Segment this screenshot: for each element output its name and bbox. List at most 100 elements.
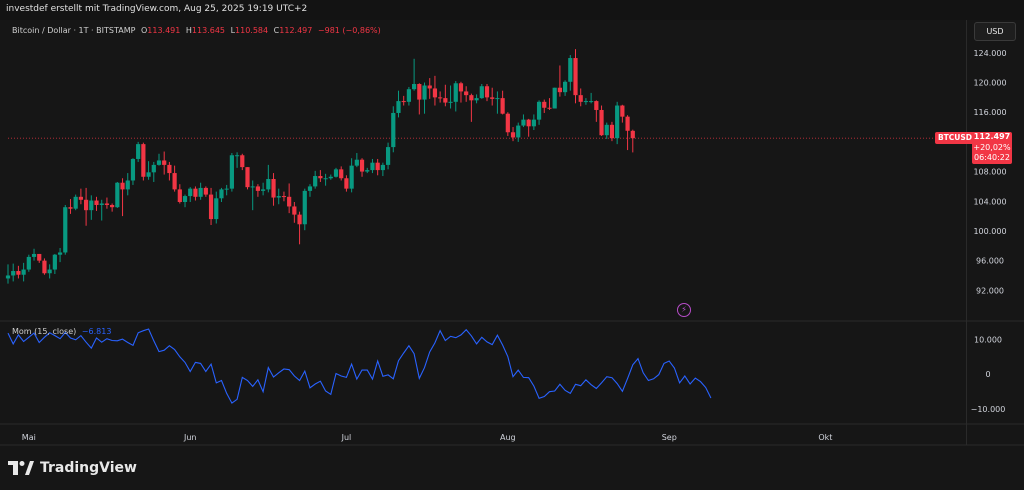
candle[interactable] (578, 88, 583, 107)
candle[interactable] (47, 264, 52, 279)
candle[interactable] (542, 99, 547, 113)
candle[interactable] (594, 100, 599, 122)
candle[interactable] (193, 186, 198, 201)
candle[interactable] (99, 199, 104, 221)
candle[interactable] (57, 248, 63, 263)
candle[interactable] (287, 183, 292, 214)
candle[interactable] (604, 122, 609, 139)
candle[interactable] (630, 129, 635, 153)
candle[interactable] (255, 184, 261, 197)
candle[interactable] (78, 188, 83, 205)
candle[interactable] (110, 203, 115, 212)
candle[interactable] (125, 173, 130, 196)
candle[interactable] (526, 118, 531, 137)
candle[interactable] (344, 175, 349, 192)
candle[interactable] (568, 55, 573, 91)
candle[interactable] (31, 248, 37, 261)
candle[interactable] (531, 114, 536, 131)
candle[interactable] (453, 81, 458, 112)
candle[interactable] (609, 121, 615, 142)
candle[interactable] (391, 106, 396, 153)
candle[interactable] (484, 84, 490, 102)
candle[interactable] (359, 158, 365, 177)
candle[interactable] (83, 187, 89, 226)
candle[interactable] (401, 95, 406, 106)
candle[interactable] (5, 264, 11, 284)
candle[interactable] (516, 122, 521, 142)
candle[interactable] (104, 197, 110, 209)
candle[interactable] (52, 253, 57, 274)
candle[interactable] (94, 196, 99, 211)
candle[interactable] (245, 167, 250, 190)
candle[interactable] (130, 158, 136, 185)
candle[interactable] (323, 173, 328, 186)
candle[interactable] (365, 167, 370, 174)
chart-svg[interactable]: 124.000120.000116.000112.000108.000104.0… (0, 0, 1024, 490)
candle[interactable] (510, 127, 516, 142)
candle[interactable] (172, 165, 177, 192)
candle[interactable] (11, 263, 16, 282)
candle[interactable] (536, 100, 542, 125)
candle[interactable] (156, 153, 162, 166)
candle[interactable] (396, 90, 401, 118)
candle[interactable] (339, 166, 344, 181)
candle[interactable] (495, 91, 500, 114)
candle[interactable] (412, 58, 417, 91)
momentum-legend[interactable]: Mom (15, close) −6.813 (12, 327, 111, 336)
candle[interactable] (505, 112, 510, 136)
tradingview-logo[interactable]: TradingView (8, 458, 137, 478)
candle[interactable] (589, 92, 594, 104)
candle[interactable] (297, 211, 302, 245)
candle[interactable] (188, 187, 193, 203)
candle[interactable] (73, 194, 78, 211)
candle[interactable] (146, 161, 151, 180)
candle[interactable] (583, 98, 589, 105)
candle[interactable] (307, 184, 313, 197)
candle[interactable] (557, 65, 562, 97)
candle[interactable] (406, 86, 412, 106)
candle[interactable] (292, 202, 297, 223)
candle[interactable] (474, 94, 479, 104)
candle[interactable] (203, 186, 208, 197)
candle[interactable] (458, 81, 464, 103)
candle[interactable] (89, 195, 94, 220)
candle[interactable] (302, 188, 307, 231)
candle[interactable] (464, 86, 469, 102)
candle[interactable] (151, 161, 156, 182)
candle[interactable] (385, 142, 391, 170)
candle[interactable] (16, 265, 21, 279)
candle[interactable] (417, 83, 422, 115)
candle[interactable] (63, 204, 68, 255)
candle[interactable] (281, 191, 287, 202)
candle[interactable] (162, 151, 167, 175)
candle[interactable] (370, 158, 375, 174)
candle[interactable] (266, 164, 271, 193)
candle[interactable] (490, 87, 495, 106)
candle[interactable] (208, 187, 214, 226)
candle[interactable] (234, 152, 240, 168)
candle[interactable] (562, 80, 568, 96)
candle[interactable] (115, 181, 120, 208)
candle[interactable] (625, 115, 630, 151)
candle[interactable] (500, 90, 505, 115)
candle[interactable] (229, 153, 234, 192)
candle[interactable] (615, 101, 620, 145)
candle[interactable] (261, 182, 266, 196)
candle[interactable] (198, 182, 203, 200)
candle[interactable] (68, 199, 73, 214)
candle[interactable] (354, 153, 359, 168)
candle[interactable] (432, 75, 438, 106)
candle[interactable] (313, 170, 318, 189)
candle[interactable] (224, 184, 229, 196)
candle[interactable] (26, 254, 31, 272)
candle[interactable] (422, 82, 427, 114)
candle[interactable] (573, 49, 578, 104)
lightning-icon[interactable]: ⚡ (677, 303, 691, 317)
candle[interactable] (599, 105, 604, 136)
candle[interactable] (380, 162, 385, 177)
candle[interactable] (141, 142, 146, 181)
candle[interactable] (219, 187, 224, 203)
candle[interactable] (318, 170, 323, 182)
candle[interactable] (349, 158, 354, 193)
candle[interactable] (620, 104, 625, 123)
